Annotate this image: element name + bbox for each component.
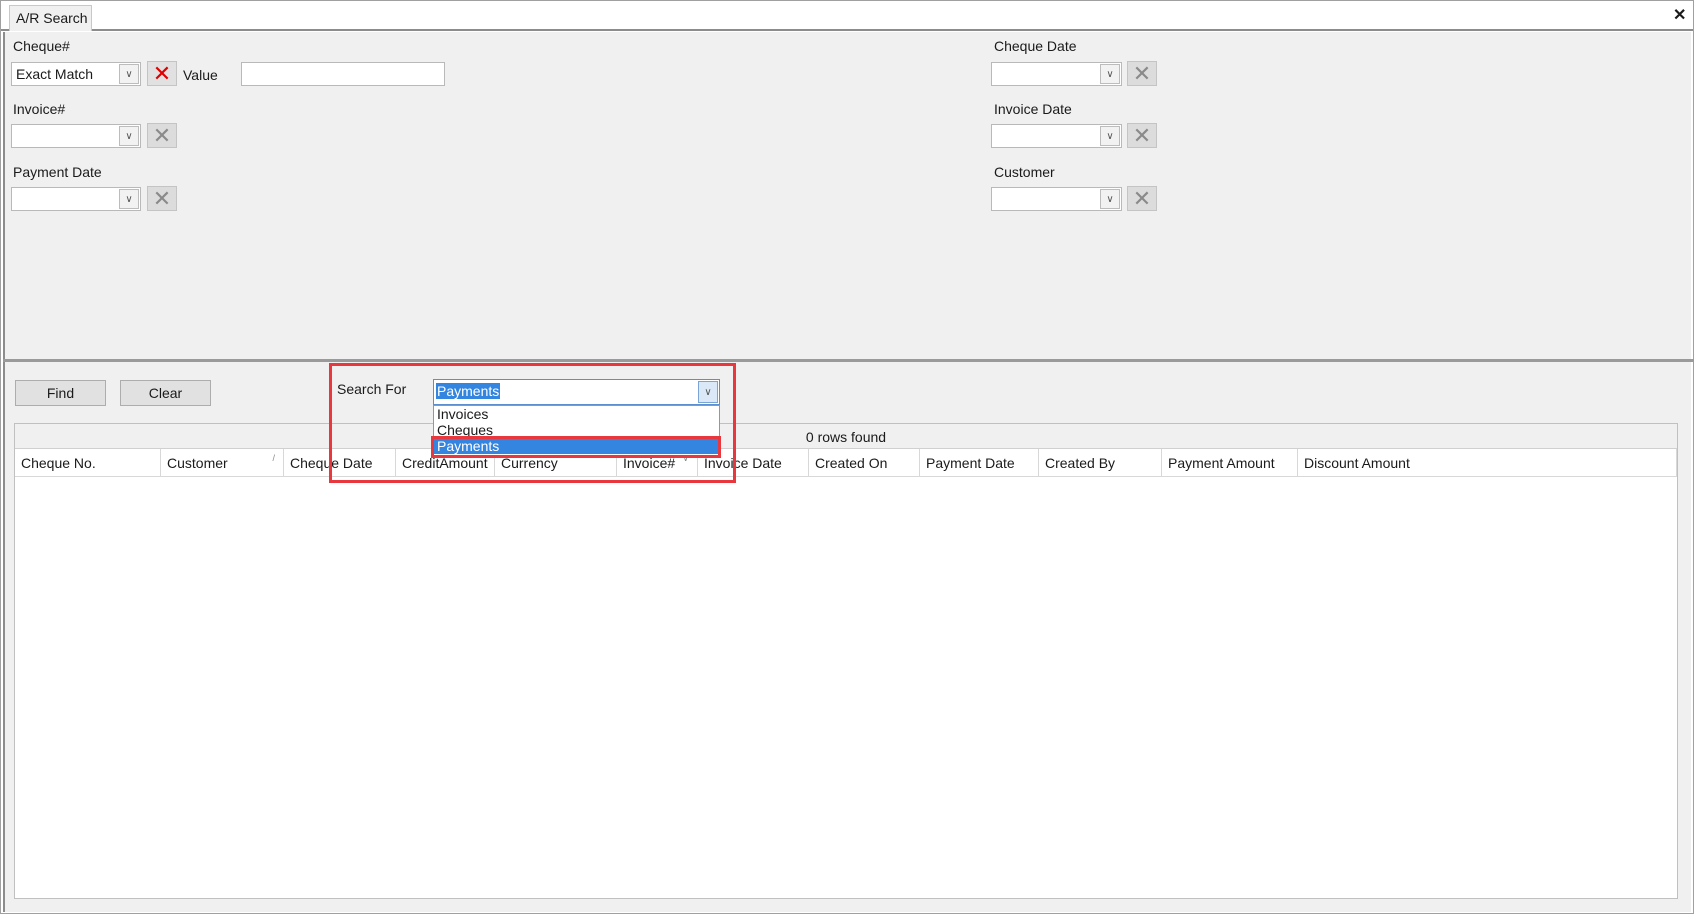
cheque-no-match-value: Exact Match (16, 66, 94, 82)
option-cheques[interactable]: Cheques (434, 422, 719, 438)
invoice-no-combo[interactable]: ∨ (11, 124, 141, 148)
column-header-label: Currency (501, 455, 558, 471)
column-header[interactable]: Created On (809, 449, 920, 477)
payment-date-clear-button[interactable]: ✕ (147, 186, 177, 211)
close-icon: ✕ (152, 185, 172, 211)
chevron-down-icon[interactable]: ∨ (1100, 126, 1120, 146)
column-header[interactable]: Cheque Date (284, 449, 396, 477)
payment-date-combo[interactable]: ∨ (11, 187, 141, 211)
column-header-label: Cheque Date (290, 455, 373, 471)
results-grid: 0 rows found Cheque No. Customer / Cheque D… (14, 423, 1678, 899)
cheque-no-value-input[interactable] (241, 62, 445, 86)
column-header-label: Cheque No. (21, 455, 96, 471)
customer-label: Customer (994, 164, 1055, 180)
invoice-date-label: Invoice Date (994, 101, 1072, 117)
close-icon: ✕ (1132, 185, 1152, 211)
column-header[interactable]: Payment Amount (1162, 449, 1298, 477)
chevron-down-icon[interactable]: ∨ (698, 381, 718, 403)
tab-ar-search[interactable]: A/R Search (9, 5, 92, 31)
search-for-label: Search For (337, 381, 407, 397)
payment-date-label: Payment Date (13, 164, 102, 180)
column-header-label: Invoice# (623, 455, 676, 471)
column-header-label: Discount Amount (1304, 455, 1410, 471)
close-icon: ✕ (1132, 122, 1152, 148)
customer-clear-button[interactable]: ✕ (1127, 186, 1157, 211)
option-payments[interactable]: Payments (434, 438, 719, 454)
search-for-selected: Payments (436, 383, 501, 399)
chevron-down-icon[interactable]: ∨ (119, 126, 139, 146)
invoice-date-clear-button[interactable]: ✕ (1127, 123, 1157, 148)
column-header-label: Created On (815, 455, 888, 471)
customer-combo[interactable]: ∨ (991, 187, 1122, 211)
column-header[interactable]: Created By (1039, 449, 1162, 477)
chevron-down-icon[interactable]: ∨ (119, 189, 139, 209)
cheque-date-label: Cheque Date (994, 38, 1077, 54)
value-label: Value (183, 67, 218, 83)
close-icon: ✕ (152, 60, 172, 86)
tab-bar: A/R Search ✕ (1, 1, 1693, 31)
column-header[interactable]: Payment Date (920, 449, 1039, 477)
column-header[interactable]: Discount Amount (1298, 449, 1677, 477)
chevron-down-icon[interactable]: ∨ (1100, 189, 1120, 209)
cheque-no-clear-button[interactable]: ✕ (147, 61, 177, 86)
column-header-label: Created By (1045, 455, 1116, 471)
close-icon[interactable]: ✕ (1673, 5, 1686, 25)
chevron-down-icon[interactable]: ∨ (1100, 64, 1120, 84)
column-header[interactable]: Customer / (161, 449, 284, 477)
invoice-no-label: Invoice# (13, 101, 66, 117)
column-header[interactable]: Cheque No. (15, 449, 161, 477)
column-header-label: Invoice Date (704, 455, 782, 471)
option-invoices[interactable]: Invoices (434, 406, 719, 422)
column-header-label: Customer (167, 455, 228, 471)
search-for-combo[interactable]: Payments ∨ (433, 379, 720, 405)
close-icon: ✕ (1132, 60, 1152, 86)
cheque-date-clear-button[interactable]: ✕ (1127, 61, 1157, 86)
sort-icon: / (272, 453, 275, 463)
close-icon: ✕ (152, 122, 172, 148)
clear-button[interactable]: Clear (120, 380, 211, 406)
invoice-date-combo[interactable]: ∨ (991, 124, 1122, 148)
chevron-down-icon[interactable]: ∨ (119, 64, 139, 84)
rows-found-status: 0 rows found (15, 424, 1677, 449)
find-button[interactable]: Find (15, 380, 106, 406)
cheque-no-match-combo[interactable]: Exact Match ∨ (11, 62, 141, 86)
cheque-no-label: Cheque# (13, 38, 70, 54)
invoice-no-clear-button[interactable]: ✕ (147, 123, 177, 148)
cheque-date-combo[interactable]: ∨ (991, 62, 1122, 86)
column-header-label: Payment Amount (1168, 455, 1275, 471)
column-header-label: CreditAmount (402, 455, 488, 471)
search-for-dropdown-list: Invoices Cheques Payments (433, 405, 720, 457)
column-header-label: Payment Date (926, 455, 1015, 471)
